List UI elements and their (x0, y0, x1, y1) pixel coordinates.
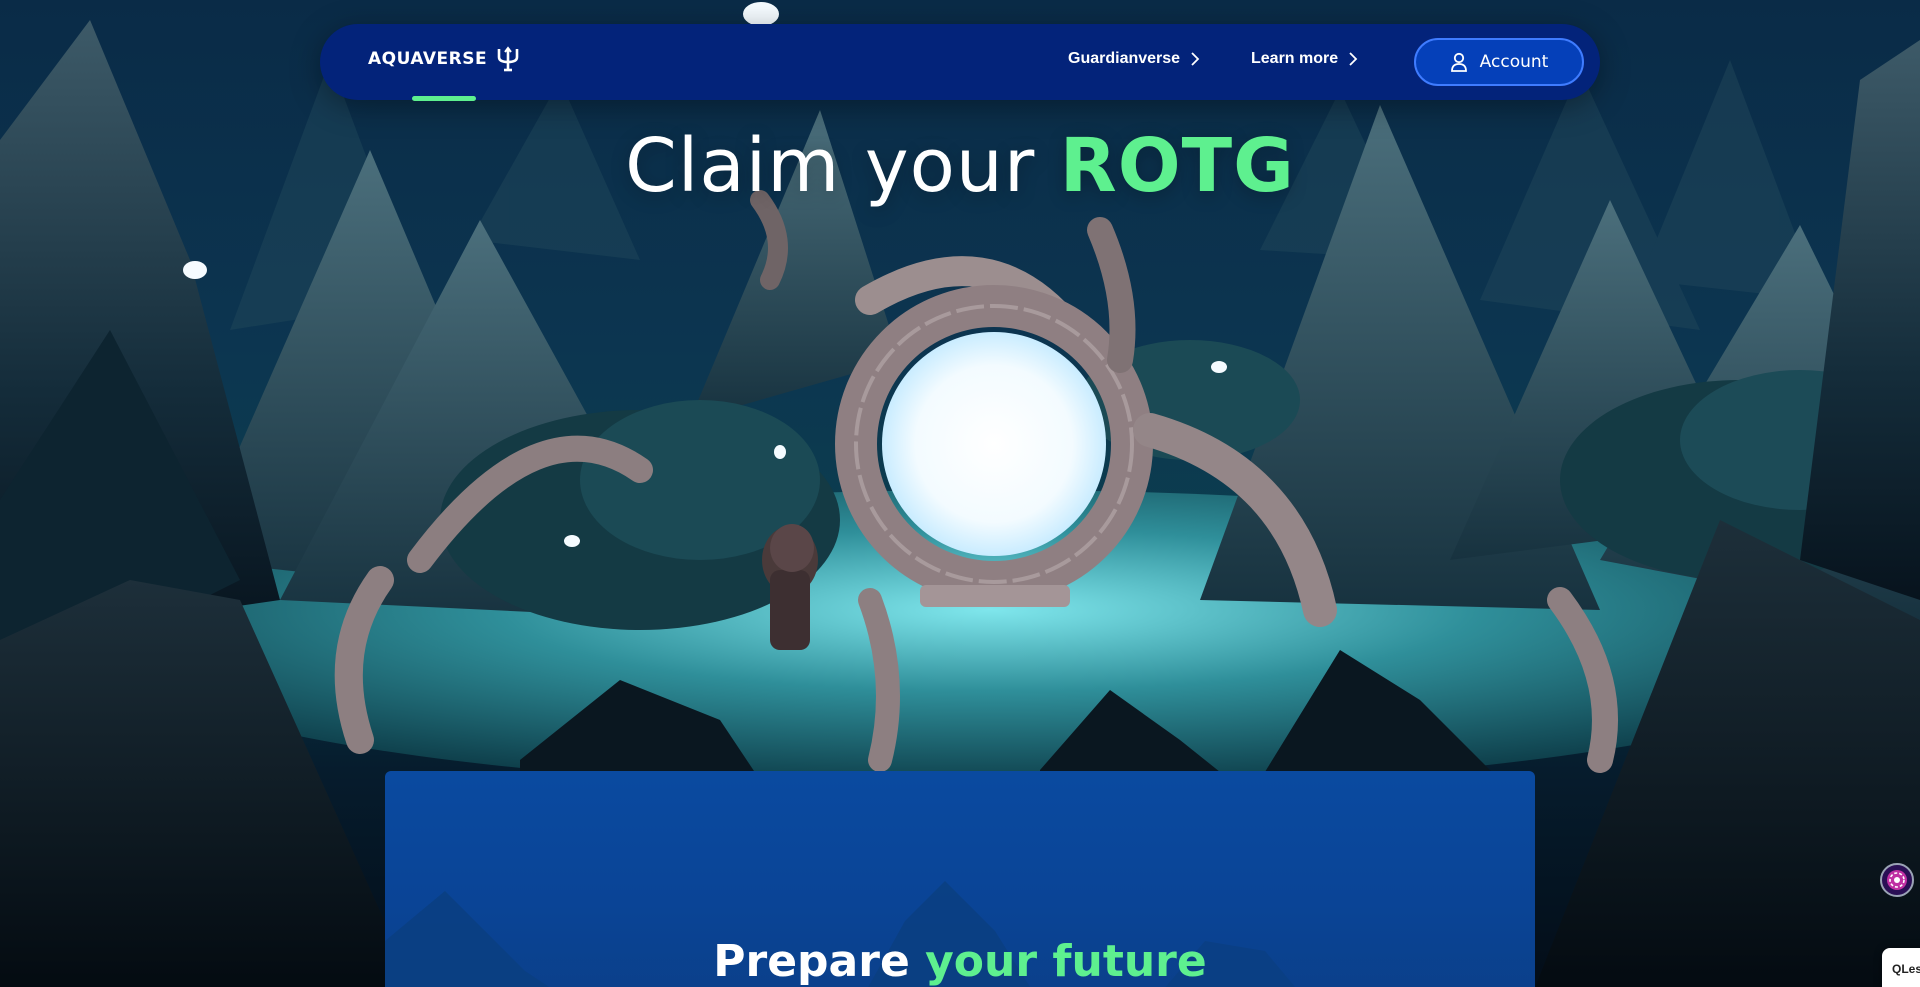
chevron-right-icon (1349, 52, 1358, 66)
accessibility-widget-button[interactable] (1880, 863, 1914, 897)
panel-title: Prepare your future (385, 936, 1535, 987)
chevron-right-icon (1191, 52, 1200, 66)
chat-widget-tab[interactable]: QLes (1882, 948, 1920, 987)
nav-link-learn-more[interactable]: Learn more (1251, 50, 1358, 68)
user-icon (1450, 52, 1467, 72)
brand-logo[interactable]: AQUAVERSE (368, 46, 521, 72)
prepare-future-panel: Prepare your future (385, 771, 1535, 987)
hero-title-prefix: Claim your (625, 123, 1060, 209)
active-nav-indicator (412, 96, 476, 101)
hero-title: Claim your ROTG (0, 122, 1920, 210)
top-navigation-bar: AQUAVERSE Guardianverse Learn more Accou… (320, 24, 1600, 101)
trident-icon (497, 46, 519, 72)
nav-link-label: Learn more (1251, 50, 1339, 67)
panel-title-prefix: Prepare (713, 936, 926, 987)
chat-widget-label: QLes (1892, 962, 1920, 976)
brand-name: AQUAVERSE (368, 49, 488, 69)
character-figure (762, 524, 818, 650)
nav-link-guardianverse[interactable]: Guardianverse (1068, 50, 1200, 68)
gear-flower-icon (1887, 870, 1907, 890)
nav-link-label: Guardianverse (1068, 50, 1181, 67)
account-button-label: Account (1479, 52, 1549, 72)
page: AQUAVERSE Guardianverse Learn more Accou… (0, 0, 1920, 987)
hero-title-accent: ROTG (1059, 123, 1295, 209)
panel-title-accent: your future (925, 936, 1207, 987)
account-button[interactable]: Account (1414, 38, 1584, 86)
